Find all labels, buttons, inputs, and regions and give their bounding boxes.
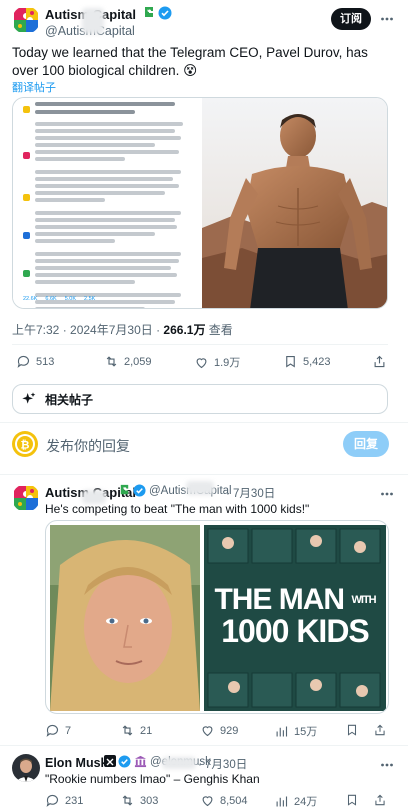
tweet-timestamp[interactable]: 上午7:32 · 2024年7月30日 · 266.1万 查看 [12, 321, 233, 338]
puzzle-badge-icon [142, 6, 156, 25]
share-icon [374, 355, 385, 368]
reply2-retweet-action[interactable]: 303 [120, 793, 158, 808]
reply1-text: He's competing to beat "The man with 100… [45, 502, 310, 516]
reply1-author-avatar[interactable] [12, 484, 40, 512]
reply-icon [46, 794, 59, 807]
reply1-more-options-icon[interactable] [380, 487, 394, 506]
notes-stats-row: 22.6K 6.6K 5.0K 2.5K [23, 296, 96, 302]
puzzle-badge-icon [118, 484, 131, 502]
sparkle-icon [22, 392, 36, 404]
heart-icon [202, 726, 213, 737]
views-chart-icon [276, 796, 288, 806]
reply2-text: "Rookie numbers lmao" – Genghis Khan [45, 772, 260, 786]
reply2-more-options-icon[interactable] [380, 758, 394, 777]
heart-icon [202, 796, 213, 807]
user-avatar[interactable]: ₿ [12, 431, 38, 457]
verified-badge-icon [158, 6, 172, 25]
reply1-bookmark-icon[interactable] [345, 723, 359, 742]
share-action[interactable] [372, 354, 387, 369]
poster-title: THE MAN WITH 1000 KIDS [214, 583, 376, 649]
retweet-action[interactable]: 2,059 [104, 354, 152, 369]
reply2-views-action[interactable]: 24万 [274, 793, 317, 809]
documentary-poster-image[interactable]: THE MAN WITH 1000 KIDS [204, 525, 386, 711]
reply1-views-action[interactable]: 15万 [274, 723, 317, 739]
reply2-reply-action[interactable]: 231 [45, 793, 83, 808]
reply1-like-action[interactable]: 929 [200, 723, 238, 738]
compose-reply-input[interactable]: 发布你的回复 [46, 436, 130, 456]
reply1-date[interactable]: · 7月30日 [226, 485, 275, 501]
puzzle-avatar-icon [12, 484, 40, 512]
like-action[interactable]: 1.9万 [194, 354, 240, 370]
x-logo-badge-icon [104, 755, 116, 767]
reply-submit-button[interactable]: 回复 [343, 431, 389, 457]
views-chart-icon [276, 726, 288, 736]
reply2-like-action[interactable]: 8,504 [200, 793, 248, 808]
reply-action[interactable]: 513 [16, 354, 54, 369]
reply2-share-icon[interactable] [373, 793, 387, 810]
related-posts-label: 相关帖子 [45, 392, 94, 407]
subscribe-button[interactable]: 订阅 [331, 8, 371, 30]
government-affiliation-icon [134, 755, 147, 773]
reply-icon [17, 355, 30, 368]
notes-screenshot-image[interactable]: 22.6K 6.6K 5.0K 2.5K [13, 98, 201, 308]
bitcoin-coin-icon: ₿ [15, 434, 35, 454]
reply2-bookmark-icon[interactable] [345, 793, 359, 810]
reply1-retweet-action[interactable]: 21 [120, 723, 152, 738]
reply2-author-name[interactable]: Elon Musk [45, 756, 108, 770]
reply1-share-icon[interactable] [373, 723, 387, 742]
svg-text:₿: ₿ [21, 440, 30, 452]
reply2-date[interactable]: · 7月30日 [198, 756, 247, 772]
profile-photo-icon [12, 754, 40, 782]
bookmark-icon [286, 355, 295, 368]
reply1-reply-action[interactable]: 7 [45, 723, 71, 738]
translate-post-link[interactable]: 翻译帖子 [12, 79, 56, 95]
heart-icon [196, 357, 207, 368]
portrait-photo-image[interactable] [202, 98, 387, 308]
verified-badge-icon [118, 755, 131, 773]
reply2-author-avatar[interactable] [12, 754, 40, 782]
more-options-icon[interactable] [380, 12, 394, 31]
views-count: 266.1万 [163, 323, 206, 337]
retweet-icon [122, 795, 133, 806]
verified-badge-icon [133, 484, 146, 502]
retweet-icon [106, 356, 117, 367]
related-posts-button[interactable]: 相关帖子 [12, 384, 388, 414]
tweet-text: Today we learned that the Telegram CEO, … [12, 45, 368, 78]
reply-icon [46, 724, 59, 737]
puzzle-avatar-icon [12, 6, 40, 34]
blond-man-photo-image[interactable] [50, 525, 200, 711]
bookmark-action[interactable]: 5,423 [283, 354, 331, 369]
reply1-media-card[interactable]: THE MAN WITH 1000 KIDS [45, 520, 389, 714]
views-label: 查看 [208, 323, 233, 337]
retweet-icon [122, 725, 133, 736]
tweet-media-card[interactable]: 22.6K 6.6K 5.0K 2.5K [12, 97, 388, 309]
author-avatar[interactable] [12, 6, 40, 34]
